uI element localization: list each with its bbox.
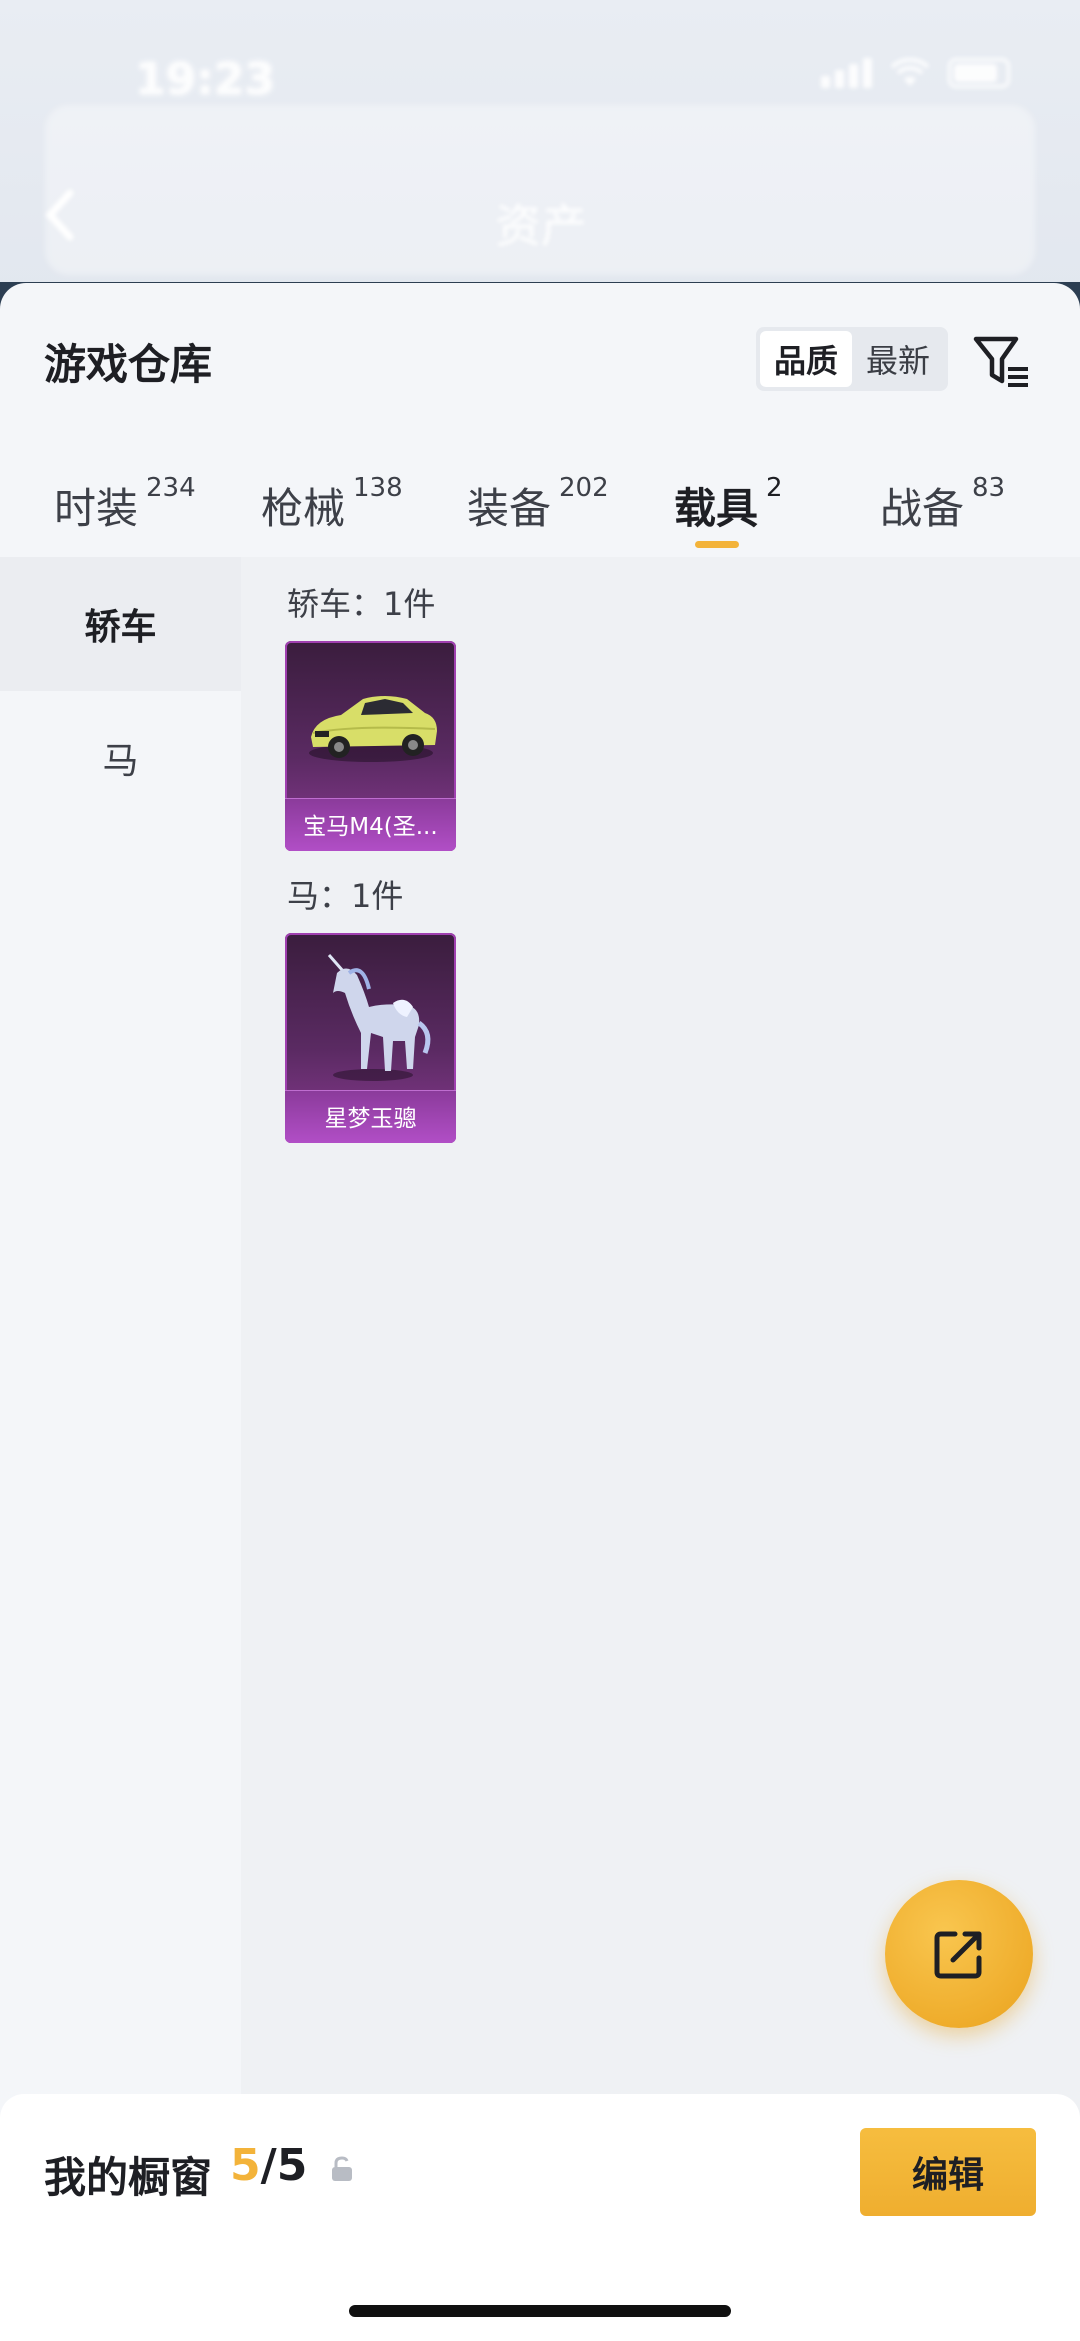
share-icon	[934, 1931, 982, 1979]
showcase-current: 5	[230, 2140, 261, 2191]
home-indicator	[349, 2305, 731, 2317]
category-tabs: 时装 234 枪械 138 装备 202 载具 2 战备 83	[0, 453, 1080, 557]
subcategory-horse[interactable]: 马	[0, 691, 241, 825]
showcase-separator: /	[260, 2140, 277, 2191]
tab-count: 138	[353, 473, 403, 503]
sort-quality-option[interactable]: 品质	[760, 331, 852, 387]
back-icon[interactable]	[40, 185, 80, 245]
sheet-header: 游戏仓库 品质 最新	[0, 283, 1080, 453]
tab-count: 83	[972, 473, 1006, 503]
item-card-bmw-m4[interactable]: 宝马M4(圣...	[285, 641, 456, 851]
share-button[interactable]	[885, 1880, 1033, 2028]
car-image	[309, 696, 437, 762]
item-card-unicorn[interactable]: 星梦玉骢	[285, 933, 456, 1143]
sort-toggle: 品质 最新	[756, 327, 948, 391]
item-name: 星梦玉骢	[324, 1106, 417, 1132]
section-title-sedan: 轿车：1件	[287, 585, 436, 623]
warehouse-sheet: 游戏仓库 品质 最新 时装 234 枪械 138 装备 202 载具 2 战备 …	[0, 283, 1080, 2341]
showcase-max: 5	[276, 2140, 308, 2191]
sheet-title: 游戏仓库	[44, 340, 213, 389]
tab-label: 载具	[674, 484, 759, 533]
sort-latest-option[interactable]: 最新	[852, 331, 944, 387]
showcase-bar: 我的橱窗 5/5 编辑	[0, 2094, 1080, 2341]
section-title-horse: 马：1件	[287, 877, 404, 915]
filter-icon[interactable]	[972, 331, 1034, 393]
tab-guns[interactable]: 枪械 138	[261, 453, 403, 557]
subcategory-sedan[interactable]: 轿车	[0, 557, 241, 691]
tab-label: 时装	[54, 484, 139, 533]
unicorn-image	[327, 954, 431, 1081]
tab-count: 234	[146, 473, 196, 503]
active-tab-indicator	[695, 541, 739, 548]
showcase-label: 我的橱窗	[44, 2153, 213, 2202]
status-icons	[821, 57, 1010, 88]
wifi-icon	[890, 57, 930, 88]
tab-label: 枪械	[261, 484, 346, 533]
item-grid: 轿车：1件 宝马M4(圣... 马：1件 星梦玉骢	[241, 557, 1080, 2341]
background-title: 资产	[495, 199, 587, 253]
tab-count: 2	[766, 473, 783, 503]
lock-icon	[332, 2156, 352, 2181]
showcase-count: 5/5	[230, 2140, 307, 2191]
battery-icon	[948, 58, 1010, 88]
tab-fashion[interactable]: 时装 234	[54, 453, 196, 557]
status-time: 19:23	[135, 54, 276, 105]
tab-label: 战备	[880, 484, 965, 533]
subcategory-list: 轿车 马	[0, 557, 241, 2341]
tab-equipment[interactable]: 装备 202	[467, 453, 609, 557]
tab-label: 装备	[467, 484, 552, 533]
signal-icon	[821, 58, 872, 88]
tab-battle-gear[interactable]: 战备 83	[880, 453, 1005, 557]
item-name: 宝马M4(圣...	[303, 814, 438, 840]
tab-count: 202	[559, 473, 609, 503]
edit-button[interactable]: 编辑	[860, 2128, 1036, 2216]
